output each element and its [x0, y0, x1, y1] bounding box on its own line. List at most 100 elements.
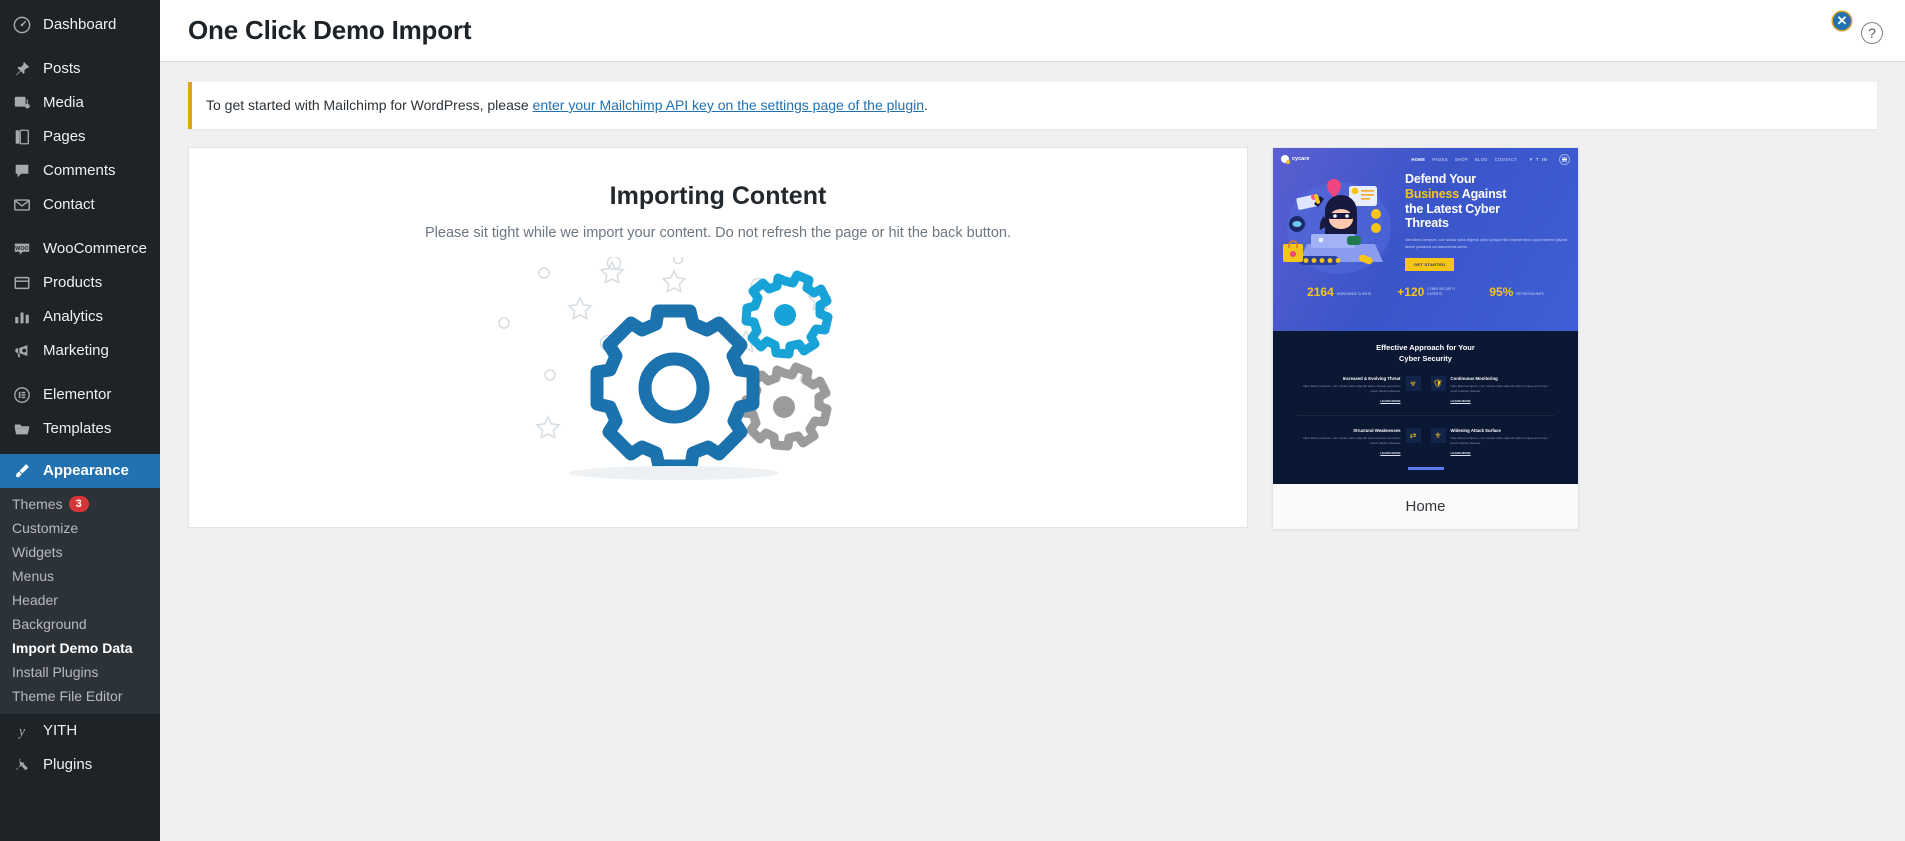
page-title: One Click Demo Import — [188, 15, 472, 45]
facebook-icon: f — [1529, 156, 1533, 162]
submenu-item-customize[interactable]: Customize — [0, 516, 160, 540]
sidebar-item-media[interactable]: Media — [0, 86, 160, 120]
feature-text: Nam libero tempore, cum soluta nobis eli… — [1303, 383, 1401, 394]
preview-stats: 2164 WORLDWIDE CLIENTS +120 CYBER SECURI… — [1273, 286, 1578, 298]
feature-body: Continuous Monitoring Nam libero tempore… — [1451, 376, 1555, 403]
preview-nav-contact: CONTACT — [1494, 156, 1517, 162]
gear-blue — [590, 304, 760, 473]
stat-value: 2164 — [1307, 285, 1334, 299]
submenu-item-themes[interactable]: Themes 3 — [0, 492, 160, 516]
preview-nav-shop: SHOP — [1454, 156, 1468, 162]
headline-line-2-rest: Against — [1458, 186, 1507, 201]
hamburger-menu-icon — [1559, 153, 1570, 165]
stat-value: +120 — [1397, 285, 1425, 299]
twitter-icon: t — [1535, 156, 1539, 162]
stat-label: RETENTION RATE — [1516, 292, 1544, 297]
brush-icon — [12, 461, 32, 481]
stat-item: +120 CYBER SECURITY EXPERTS — [1397, 286, 1463, 298]
pages-icon — [12, 127, 32, 147]
hacker-icon: ☣ — [1405, 375, 1421, 391]
sidebar-item-dashboard[interactable]: Dashboard — [0, 8, 160, 42]
sidebar-item-label: Posts — [43, 60, 81, 77]
feature-body: Widening Attack Surface Nam libero tempo… — [1451, 428, 1555, 455]
sidebar-item-comments[interactable]: Comments — [0, 154, 160, 188]
dashboard-icon — [12, 15, 32, 35]
submenu-item-label: Import Demo Data — [12, 640, 133, 656]
feature-card: 🛡 Continuous Monitoring Nam libero tempo… — [1430, 375, 1555, 403]
appearance-submenu: Themes 3 Customize Widgets Menus Header … — [0, 488, 160, 714]
submenu-item-label: Theme File Editor — [12, 688, 123, 704]
themes-update-badge: 3 — [68, 496, 89, 512]
theme-preview-card[interactable]: cycare HOME PAGES SHOP BLOG CONTACT f t … — [1272, 147, 1579, 530]
close-icon[interactable]: ✕ — [1833, 12, 1851, 30]
preview-section-title: Effective Approach for Your Cyber Securi… — [1287, 343, 1564, 365]
sidebar-item-plugins[interactable]: Plugins — [0, 748, 160, 782]
headline-line-1: Defend Your — [1405, 172, 1476, 186]
preview-hero-body: Defend Your Business Against the Latest … — [1273, 166, 1578, 277]
submenu-item-menus[interactable]: Menus — [0, 564, 160, 588]
preview-headline: Defend Your Business Against the Latest … — [1405, 172, 1568, 231]
submenu-item-background[interactable]: Background — [0, 612, 160, 636]
help-icon[interactable]: ? — [1861, 22, 1883, 44]
headline-line-3: the Latest Cyber — [1405, 201, 1500, 216]
mailchimp-notice: To get started with Mailchimp for WordPr… — [188, 82, 1877, 129]
sidebar-item-marketing[interactable]: Marketing — [0, 334, 160, 368]
feature-body: Structural Weaknesses Nam libero tempore… — [1297, 428, 1400, 455]
submenu-item-header[interactable]: Header — [0, 588, 160, 612]
submenu-item-import-demo-data[interactable]: Import Demo Data — [0, 636, 160, 660]
hacker-illustration — [1281, 172, 1401, 277]
headline-highlight: Business — [1405, 186, 1459, 201]
sidebar-item-label: Dashboard — [43, 16, 117, 33]
wordpress-admin-screen: Dashboard Posts Media Pages Comments Con… — [0, 0, 1905, 841]
folder-icon — [12, 419, 32, 439]
feature-title: Continuous Monitoring — [1450, 375, 1498, 381]
sidebar-item-label: WooCommerce — [43, 240, 147, 257]
import-progress-panel: Importing Content Please sit tight while… — [188, 147, 1248, 528]
sidebar-item-elementor[interactable]: Elementor — [0, 378, 160, 412]
preview-nav-pages: PAGES — [1432, 156, 1448, 162]
sidebar-item-label: Comments — [43, 162, 116, 179]
preview-nav-links: HOME PAGES SHOP BLOG CONTACT f t in — [1411, 153, 1570, 165]
analytics-icon — [12, 307, 32, 327]
header-actions: ✕ ? — [1833, 0, 1883, 61]
section-title-line-2: Cyber Security — [1399, 353, 1452, 363]
sidebar-item-label: Contact — [43, 196, 95, 213]
sidebar-item-appearance[interactable]: Appearance — [0, 454, 160, 488]
feature-body: Increased & Evolving Threat Nam libero t… — [1297, 375, 1401, 403]
preview-cta-button: GET STARTED — [1405, 257, 1455, 271]
sidebar-item-label: Analytics — [43, 308, 104, 325]
sidebar-item-pages[interactable]: Pages — [0, 120, 160, 154]
submenu-item-widgets[interactable]: Widgets — [0, 540, 160, 564]
feature-title: Increased & Evolving Threat — [1342, 375, 1401, 381]
gear-cyan — [741, 270, 833, 359]
badge-icon: ⚜ — [1430, 427, 1446, 443]
mailchimp-settings-link[interactable]: enter your Mailchimp API key on the sett… — [533, 97, 924, 113]
svg-text:WOO: WOO — [15, 246, 28, 252]
sidebar-item-contact[interactable]: Contact — [0, 188, 160, 222]
gears-svg — [498, 257, 833, 480]
preview-accent-bar — [1407, 467, 1444, 470]
preview-logo: cycare — [1281, 155, 1309, 164]
submenu-item-label: Header — [12, 592, 58, 608]
submenu-item-label: Customize — [12, 520, 79, 536]
submenu-item-label: Themes — [12, 496, 63, 512]
preview-hero-copy: Defend Your Business Against the Latest … — [1401, 172, 1568, 277]
notice-container: To get started with Mailchimp for WordPr… — [160, 62, 1905, 129]
sidebar-item-woocommerce[interactable]: WOO WooCommerce — [0, 232, 160, 266]
feature-link: LEARN MORE — [1450, 451, 1471, 455]
sidebar-item-label: Appearance — [43, 462, 129, 479]
feature-card: ☣ Increased & Evolving Threat Nam libero… — [1297, 375, 1421, 403]
sidebar-item-products[interactable]: Products — [0, 266, 160, 300]
sidebar-item-yith[interactable]: y YITH — [0, 714, 160, 748]
main-content: One Click Demo Import ✕ ? To get started… — [160, 0, 1905, 841]
submenu-item-install-plugins[interactable]: Install Plugins — [0, 660, 160, 684]
sidebar-item-analytics[interactable]: Analytics — [0, 300, 160, 334]
submenu-item-theme-file-editor[interactable]: Theme File Editor — [0, 684, 160, 708]
sidebar-item-templates[interactable]: Templates — [0, 412, 160, 446]
sidebar-item-label: Templates — [43, 420, 112, 437]
elementor-icon — [12, 385, 32, 405]
comments-icon — [12, 161, 32, 181]
logo-mark-icon — [1281, 155, 1290, 164]
preview-nav-home: HOME — [1411, 156, 1426, 162]
sidebar-item-posts[interactable]: Posts — [0, 52, 160, 86]
